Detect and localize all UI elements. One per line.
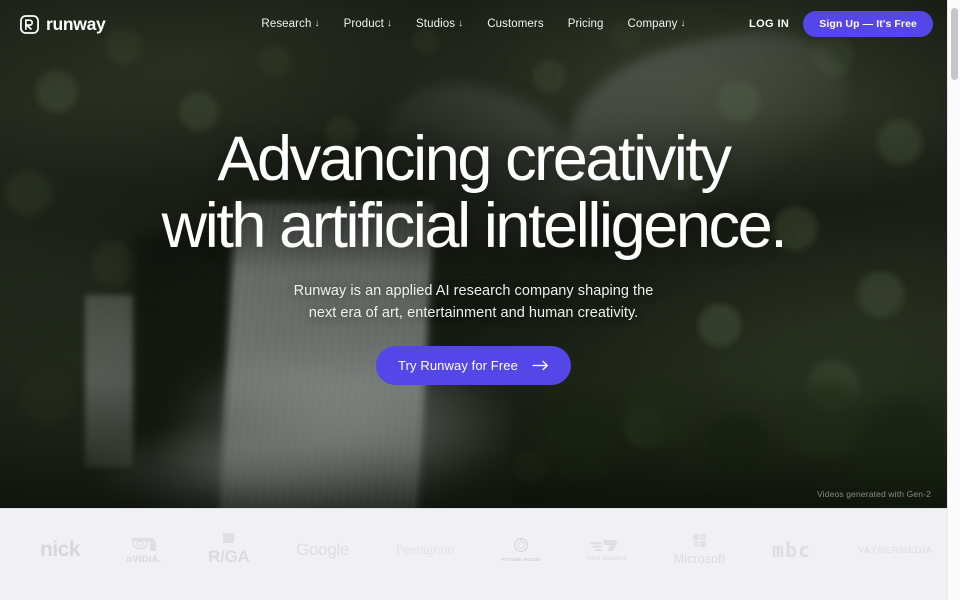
page-scrollbar-thumb[interactable] bbox=[951, 8, 958, 80]
runway-logo-icon bbox=[20, 14, 39, 34]
logo-vaynermedia[interactable]: VAYNERMEDIA bbox=[858, 533, 933, 567]
primary-navigation: Research ↓ Product ↓ Studios ↓ Customers… bbox=[249, 12, 697, 36]
try-runway-for-free-label: Try Runway for Free bbox=[398, 358, 518, 374]
logo-vaynermedia-text: VAYNERMEDIA bbox=[857, 544, 933, 556]
new-balance-icon bbox=[589, 540, 618, 551]
chevron-down-icon: ↓ bbox=[458, 18, 464, 29]
logo-picture-house-text: PICTURE HOUSE bbox=[501, 557, 541, 563]
logo-google-text: Google bbox=[296, 540, 350, 559]
logo-pentagram[interactable]: Pentagram bbox=[396, 533, 455, 567]
hero-content: Advancing creativity with artificial int… bbox=[0, 128, 947, 386]
chevron-down-icon: ↓ bbox=[680, 18, 686, 29]
nvidia-eye-icon bbox=[132, 537, 157, 551]
rga-square-icon bbox=[223, 533, 235, 543]
nav-item-pricing[interactable]: Pricing bbox=[556, 12, 616, 36]
nav-item-studios-label: Studios bbox=[416, 18, 456, 30]
logo-nvidia-text: nVIDIA. bbox=[126, 554, 162, 564]
logo-pentagram-text: Pentagram bbox=[395, 542, 455, 557]
runway-logo[interactable]: runway bbox=[20, 13, 106, 35]
logo-google[interactable]: Google bbox=[296, 533, 349, 567]
hero-video-caption: Videos generated with Gen-2 bbox=[817, 489, 931, 499]
logo-nick[interactable]: nick bbox=[40, 533, 81, 567]
hero-subheadline: Runway is an applied AI research company… bbox=[294, 280, 654, 324]
logo-rga-text: R/GA bbox=[208, 547, 250, 566]
site-header: runway Research ↓ Product ↓ Studios ↓ Cu… bbox=[0, 0, 947, 48]
nav-item-research[interactable]: Research ↓ bbox=[249, 12, 331, 36]
microsoft-squares-icon bbox=[692, 534, 706, 547]
logo-nick-text: nick bbox=[40, 538, 81, 561]
logo-microsoft-text: Microsoft bbox=[673, 552, 726, 566]
nav-item-research-label: Research bbox=[261, 18, 312, 30]
nav-item-product[interactable]: Product ↓ bbox=[332, 12, 404, 36]
header-actions: LOG IN Sign Up — It's Free bbox=[749, 11, 933, 37]
logo-new-balance-text: new balance bbox=[587, 555, 628, 562]
hero-headline-line-2: with artificial intelligence. bbox=[161, 191, 788, 261]
runway-logo-text: runway bbox=[46, 13, 106, 34]
nav-item-company-label: Company bbox=[627, 18, 678, 30]
hero-section: runway Research ↓ Product ↓ Studios ↓ Cu… bbox=[0, 0, 947, 508]
arrow-right-icon bbox=[532, 360, 548, 371]
customer-logo-strip: nick nVIDIA. R/GA Google Pentagram PICTU… bbox=[0, 508, 947, 600]
page-root: runway Research ↓ Product ↓ Studios ↓ Cu… bbox=[0, 0, 960, 600]
nav-item-customers-label: Customers bbox=[487, 18, 544, 30]
logo-new-balance[interactable]: new balance bbox=[587, 533, 627, 567]
logo-picture-house[interactable]: PICTURE HOUSE bbox=[501, 533, 541, 567]
hero-headline-line-1: Advancing creativity bbox=[217, 124, 732, 194]
sign-up-button[interactable]: Sign Up — It's Free bbox=[803, 11, 933, 37]
nav-item-studios[interactable]: Studios ↓ bbox=[404, 12, 475, 36]
nav-item-company[interactable]: Company ↓ bbox=[616, 12, 698, 36]
nav-item-product-label: Product bbox=[343, 18, 384, 30]
chevron-down-icon: ↓ bbox=[386, 18, 393, 29]
try-runway-for-free-button[interactable]: Try Runway for Free bbox=[376, 346, 571, 386]
chevron-down-icon: ↓ bbox=[314, 18, 320, 29]
crest-icon bbox=[513, 538, 528, 553]
login-link[interactable]: LOG IN bbox=[749, 18, 789, 30]
logo-microsoft[interactable]: Microsoft bbox=[674, 533, 726, 567]
hero-subheadline-line-2: next era of art, entertainment and human… bbox=[308, 305, 639, 322]
page-scrollbar-track[interactable] bbox=[947, 0, 960, 600]
logo-mbc-text: mbc bbox=[771, 538, 812, 562]
hero-headline: Advancing creativity with artificial int… bbox=[161, 128, 788, 261]
nav-item-pricing-label: Pricing bbox=[567, 18, 604, 30]
nav-item-customers[interactable]: Customers bbox=[475, 12, 556, 36]
logo-nvidia[interactable]: nVIDIA. bbox=[127, 533, 162, 567]
logo-mbc[interactable]: mbc bbox=[772, 533, 811, 567]
hero-subheadline-line-1: Runway is an applied AI research company… bbox=[293, 283, 654, 299]
logo-rga[interactable]: R/GA bbox=[208, 533, 250, 567]
